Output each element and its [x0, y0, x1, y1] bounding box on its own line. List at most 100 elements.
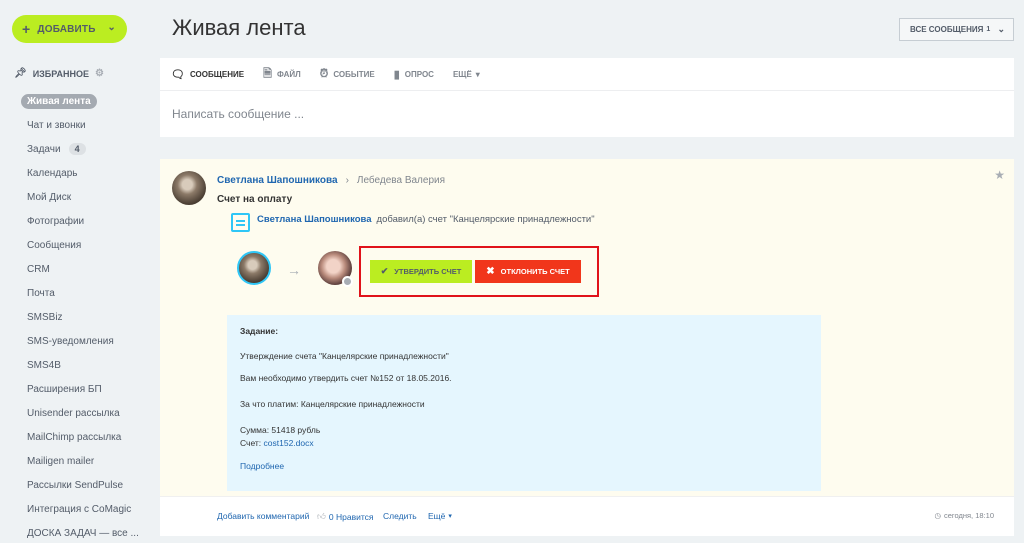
favorites-header[interactable]: 📌︎ ИЗБРАННОЕ ⚙ — [14, 68, 104, 79]
like-label: 0 Нравится — [328, 511, 374, 522]
task-line-1: Утверждение счета "Канцелярские принадле… — [240, 351, 449, 361]
caret-down-icon: ▾ — [448, 513, 452, 520]
post-author-line: Светлана Шапошникова › Лебедева Валерия — [217, 175, 445, 186]
sidebar-item-mail[interactable]: Почта — [0, 281, 150, 305]
sidebar-item-chat[interactable]: Чат и звонки — [0, 113, 150, 137]
sidebar-item-label: Рассылки SendPulse — [27, 479, 124, 491]
event-author-link[interactable]: Светлана Шапошникова — [257, 214, 372, 225]
chevron-down-icon: ⌄ — [997, 24, 1005, 34]
sidebar-item-live-feed[interactable]: Живая лента — [0, 89, 150, 113]
sidebar: + ДОБАВИТЬ ⌄ 📌︎ ИЗБРАННОЕ ⚙ Живая лента … — [0, 0, 150, 543]
event-action: добавил(а) счет "Канцелярские принадлежн… — [376, 214, 595, 225]
tab-label: ЕЩЁ — [452, 69, 472, 79]
sidebar-item-mailchimp[interactable]: MailChimp рассылка — [0, 425, 150, 449]
sidebar-item-label: CRM — [27, 263, 50, 275]
bar-chart-icon: ▮ — [393, 68, 400, 81]
invoice-file-link[interactable]: cost152.docx — [264, 438, 314, 448]
tab-label: СОБЫТИЕ — [333, 69, 375, 79]
sidebar-item-comagic[interactable]: Интеграция с CoMagic — [0, 497, 150, 521]
chevron-right-icon: › — [345, 175, 349, 186]
sidebar-item-label: Mailigen mailer — [27, 455, 95, 467]
like-button[interactable]: 👍︎ 0 Нравится — [317, 511, 374, 522]
approver-from-avatar[interactable] — [237, 251, 271, 285]
sidebar-item-crm[interactable]: CRM — [0, 257, 150, 281]
tab-more[interactable]: ЕЩЁ ▾ — [453, 70, 480, 79]
time-label: сегодня, 18:10 — [943, 511, 994, 520]
event-line: Светлана Шапошникова добавил(а) счет "Ка… — [257, 214, 595, 225]
task-details: Задание: Утверждение счета "Канцелярские… — [227, 315, 821, 491]
sidebar-item-disk[interactable]: Мой Диск — [0, 185, 150, 209]
tab-label: СООБЩЕНИЕ — [189, 69, 245, 79]
clock-icon: ◷ — [934, 511, 941, 520]
message-input[interactable]: Написать сообщение ... — [172, 107, 304, 121]
tab-message[interactable]: 🗨︎ СООБЩЕНИЕ — [171, 68, 244, 81]
sidebar-item-label: SMS-уведомления — [27, 335, 114, 347]
sidebar-item-bp-extensions[interactable]: Расширения БП — [0, 377, 150, 401]
add-comment-link[interactable]: Добавить комментарий — [217, 511, 309, 521]
sidebar-item-label: Unisender рассылка — [27, 407, 120, 419]
chevron-down-icon[interactable]: ⌄ — [107, 22, 116, 33]
reject-label: ОТКЛОНИТЬ СЧЕТ — [500, 267, 570, 276]
post-composer: 🗨︎ СООБЩЕНИЕ 🗎︎ ФАЙЛ ⏰︎ СОБЫТИЕ ▮ ОПРОС … — [160, 58, 1014, 137]
tab-file[interactable]: 🗎︎ ФАЙЛ — [263, 65, 301, 84]
sidebar-item-mailigen[interactable]: Mailigen mailer — [0, 449, 150, 473]
sidebar-item-label: Сообщения — [27, 239, 82, 251]
feed-post: Светлана Шапошникова › Лебедева Валерия … — [160, 159, 1014, 536]
sidebar-item-sms4b[interactable]: SMS4B — [0, 353, 150, 377]
tab-label: ФАЙЛ — [276, 69, 301, 79]
sidebar-menu: Живая лента Чат и звонки Задачи 4 Календа… — [0, 89, 150, 543]
sidebar-item-label: Мой Диск — [27, 191, 72, 203]
sidebar-item-label: ДОСКА ЗАДАЧ — все ... — [27, 527, 139, 539]
gear-icon[interactable]: ⚙ — [95, 68, 104, 79]
post-author-link[interactable]: Светлана Шапошникова — [217, 175, 338, 186]
sidebar-item-label: Живая лента — [21, 93, 97, 109]
invoice-document-icon — [231, 213, 250, 232]
file-icon: 🗎︎ — [263, 67, 272, 80]
post-timestamp: ◷ сегодня, 18:10 — [934, 511, 994, 520]
approve-label: УТВЕРДИТЬ СЧЕТ — [394, 267, 462, 276]
tab-poll[interactable]: ▮ ОПРОС — [394, 68, 434, 81]
favorites-label: ИЗБРАННОЕ — [32, 68, 89, 79]
approve-invoice-button[interactable]: ✔ УТВЕРДИТЬ СЧЕТ — [370, 260, 472, 283]
follow-link[interactable]: Следить — [383, 511, 417, 521]
plus-icon: + — [22, 21, 31, 37]
sidebar-item-label: MailChimp рассылка — [27, 431, 122, 443]
sidebar-item-task-board[interactable]: ДОСКА ЗАДАЧ — все ... — [0, 521, 150, 543]
tab-event[interactable]: ⏰︎ СОБЫТИЕ — [320, 68, 375, 81]
filter-count: 1 — [986, 26, 991, 33]
all-messages-filter[interactable]: ВСЕ СООБЩЕНИЯ 1 ⌄ — [899, 18, 1014, 41]
task-line-2: Вам необходимо утвердить счет №152 от 18… — [240, 373, 452, 383]
filter-label: ВСЕ СООБЩЕНИЯ — [910, 25, 984, 34]
reject-invoice-button[interactable]: ✖ ОТКЛОНИТЬ СЧЕТ — [475, 260, 581, 283]
sidebar-item-label: Интеграция с CoMagic — [27, 503, 132, 515]
sidebar-item-label: Почта — [27, 287, 55, 299]
more-label: Ещё — [428, 511, 446, 521]
caret-down-icon: ▾ — [475, 69, 480, 79]
sidebar-item-sendpulse[interactable]: Рассылки SendPulse — [0, 473, 150, 497]
more-link[interactable]: Ещё ▾ — [428, 511, 452, 521]
sidebar-item-messages[interactable]: Сообщения — [0, 233, 150, 257]
sidebar-item-smsbiz[interactable]: SMSBiz — [0, 305, 150, 329]
task-sum: Сумма: 51418 рубль — [240, 425, 321, 435]
more-details-link[interactable]: Подробнее — [240, 461, 284, 471]
author-avatar[interactable] — [172, 171, 206, 205]
post-footer: Добавить комментарий 👍︎ 0 Нравится Следи… — [160, 496, 1014, 536]
sidebar-item-tasks[interactable]: Задачи 4 — [0, 137, 150, 161]
arrow-right-icon: → — [287, 262, 301, 278]
task-header: Задание: — [240, 326, 279, 336]
sidebar-item-photos[interactable]: Фотографии — [0, 209, 150, 233]
sidebar-item-label: Чат и звонки — [27, 119, 86, 131]
sidebar-item-sms-notifications[interactable]: SMS-уведомления — [0, 329, 150, 353]
star-icon[interactable]: ★ — [994, 168, 1005, 182]
sidebar-item-label: Фотографии — [27, 215, 85, 227]
post-recipient[interactable]: Лебедева Валерия — [357, 175, 445, 186]
task-line-3: За что платим: Канцелярские принадлежнос… — [240, 399, 425, 409]
add-button[interactable]: + ДОБАВИТЬ ⌄ — [12, 15, 127, 43]
sidebar-item-calendar[interactable]: Календарь — [0, 161, 150, 185]
check-icon: ✔ — [380, 266, 389, 276]
pin-icon: 📌︎ — [14, 68, 27, 79]
sidebar-item-unisender[interactable]: Unisender рассылка — [0, 401, 150, 425]
invoice-label: Счет: — [240, 438, 262, 448]
thumbs-up-icon: 👍︎ — [317, 511, 326, 521]
close-icon: ✖ — [486, 266, 495, 277]
